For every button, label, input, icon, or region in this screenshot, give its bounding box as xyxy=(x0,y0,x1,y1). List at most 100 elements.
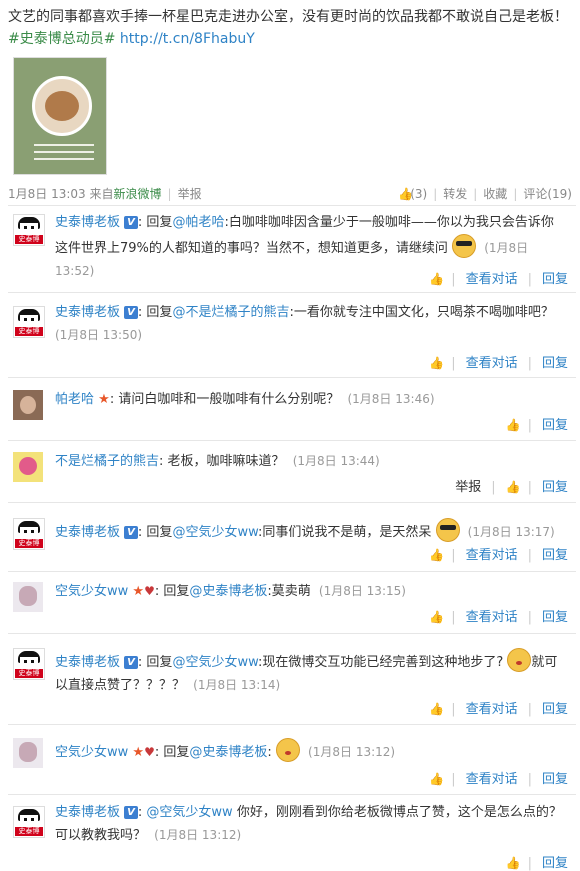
comment-author[interactable]: 史泰博老板 xyxy=(55,305,120,320)
like-icon[interactable]: 👍 xyxy=(506,856,521,870)
view-conversation-link[interactable]: 查看对话 xyxy=(466,702,518,717)
view-conversation-link[interactable]: 查看对话 xyxy=(466,272,518,287)
like-icon[interactable]: 👍 xyxy=(429,356,444,370)
post-source[interactable]: 新浪微博 xyxy=(114,187,162,201)
comment-time: (1月8日 13:12) xyxy=(154,828,242,842)
like-icon[interactable]: 👍 xyxy=(429,702,444,716)
source-prefix: 来自 xyxy=(89,187,114,201)
avatar[interactable] xyxy=(13,390,43,420)
avatar[interactable] xyxy=(13,452,43,482)
comment-time: (1月8日 13:12) xyxy=(308,745,396,759)
comment-time: (1月8日 13:17) xyxy=(467,525,555,539)
avatar[interactable]: 史泰博 xyxy=(13,306,45,338)
avatar-tag: 史泰博 xyxy=(15,669,43,678)
post: 文艺的同事都喜欢手捧一杯星巴克走进办公室，没有更时尚的饮品我都不敢说自己是老板！… xyxy=(8,6,572,50)
verified-badge: V xyxy=(124,806,138,819)
comment-author[interactable]: 空気少女ww xyxy=(55,584,128,599)
mention[interactable]: @帕老哈 xyxy=(172,215,224,230)
comment-link[interactable]: 评论(19) xyxy=(523,187,572,201)
like-icon[interactable]: 👍 xyxy=(429,548,444,562)
coffee-cup-image xyxy=(32,76,92,136)
comment-actions: 👍 | 查看对话 | 回复 xyxy=(429,702,568,717)
like-icon[interactable]: 👍 xyxy=(398,187,413,201)
comment-actions: 👍 | 查看对话 | 回复 xyxy=(429,548,568,563)
mention[interactable]: @史泰博老板 xyxy=(189,745,267,760)
star-icon: ★ xyxy=(132,745,145,760)
like-icon[interactable]: 👍 xyxy=(429,272,444,286)
view-conversation-link[interactable]: 查看对话 xyxy=(466,548,518,563)
favorite-link[interactable]: 收藏 xyxy=(483,187,507,201)
like-icon[interactable]: 👍 xyxy=(429,772,444,786)
mention[interactable]: @空気少女ww xyxy=(172,525,258,540)
comment-author[interactable]: 史泰博老板 xyxy=(55,655,120,670)
comment-actions: 举报 | 👍 | 回复 xyxy=(455,480,568,495)
mention[interactable]: @不是烂橘子的熊吉 xyxy=(172,305,289,320)
comment-author[interactable]: 不是烂橘子的熊吉 xyxy=(55,454,159,469)
avatar-tag: 史泰博 xyxy=(15,539,43,548)
reply-link[interactable]: 回复 xyxy=(542,480,568,495)
avatar[interactable]: 史泰博 xyxy=(13,648,45,680)
divider xyxy=(8,292,576,293)
post-link[interactable]: http://t.cn/8FhabuY xyxy=(120,31,255,47)
verified-badge: V xyxy=(124,306,138,319)
reply-link[interactable]: 回复 xyxy=(542,610,568,625)
like-count[interactable]: (3) xyxy=(410,187,427,201)
post-actions: 👍(3) | 转发 | 收藏 | 评论(19) xyxy=(398,187,572,201)
view-conversation-link[interactable]: 查看对话 xyxy=(466,772,518,787)
comment-author[interactable]: 史泰博老板 xyxy=(55,805,120,820)
divider xyxy=(8,724,576,725)
comment-text: :现在微博交互功能已经完善到这种地步了? xyxy=(258,655,504,670)
post-time[interactable]: 1月8日 13:03 xyxy=(8,187,86,201)
mention[interactable]: @空気少女ww xyxy=(172,655,258,670)
avatar[interactable]: 史泰博 xyxy=(13,806,45,838)
reply-prefix: 回复 xyxy=(146,525,173,540)
comment-body: 史泰博老板 V: 回复@空気少女ww:同事们说我不是萌，是天然呆 (1月8日 1… xyxy=(55,518,565,544)
avatar[interactable]: 史泰博 xyxy=(13,518,45,550)
avatar[interactable] xyxy=(13,738,43,768)
star-icon: ★ xyxy=(132,584,145,599)
avatar-tag: 史泰博 xyxy=(15,327,43,336)
reply-link[interactable]: 回复 xyxy=(542,702,568,717)
comment-body: 史泰博老板 V: 回复@不是烂橘子的熊吉:一看你就专注中国文化，只喝茶不喝咖啡吧… xyxy=(55,305,554,342)
kiss-emoji xyxy=(507,648,532,672)
comment-author[interactable]: 史泰博老板 xyxy=(55,525,120,540)
cool-emoji xyxy=(435,518,460,542)
comment-body: 史泰博老板 V: 回复@空気少女ww:现在微博交互功能已经完善到这种地步了? 就… xyxy=(55,648,565,697)
view-conversation-link[interactable]: 查看对话 xyxy=(466,610,518,625)
reply-link[interactable]: 回复 xyxy=(542,856,568,871)
reply-link[interactable]: 回复 xyxy=(542,272,568,287)
mention[interactable]: @空気少女ww xyxy=(146,805,232,820)
reply-link[interactable]: 回复 xyxy=(542,548,568,563)
post-hashtag[interactable]: #史泰博总动员# xyxy=(8,31,115,47)
reply-prefix: 回复 xyxy=(146,655,173,670)
comment-author[interactable]: 空気少女ww xyxy=(55,745,128,760)
comment-text: :一看你就专注中国文化，只喝茶不喝咖啡吧？ xyxy=(289,305,554,320)
view-conversation-link[interactable]: 查看对话 xyxy=(466,356,518,371)
comment-author[interactable]: 史泰博老板 xyxy=(55,215,120,230)
post-image[interactable] xyxy=(13,57,107,175)
avatar[interactable] xyxy=(13,582,43,612)
reply-link[interactable]: 回复 xyxy=(542,772,568,787)
reply-prefix: 回复 xyxy=(146,305,173,320)
like-icon[interactable]: 👍 xyxy=(429,610,444,624)
mention[interactable]: @史泰博老板 xyxy=(189,584,267,599)
avatar[interactable]: 史泰博 xyxy=(13,214,45,246)
comment-actions: 👍 | 查看对话 | 回复 xyxy=(429,356,568,371)
comment-body: 空気少女ww ★♥: 回复@史泰博老板: (1月8日 13:12) xyxy=(55,738,565,764)
report-link[interactable]: 举报 xyxy=(178,187,202,201)
comment-body: 不是烂橘子的熊吉: 老板，咖啡嘛味道？ (1月8日 13:44) xyxy=(55,454,380,469)
reply-link[interactable]: 回复 xyxy=(542,418,568,433)
like-icon[interactable]: 👍 xyxy=(506,480,521,494)
like-icon[interactable]: 👍 xyxy=(506,418,521,432)
comment-time: (1月8日 13:44) xyxy=(292,454,380,468)
forward-link[interactable]: 转发 xyxy=(443,187,467,201)
cool-emoji xyxy=(452,234,477,258)
comment-actions: 👍 | 查看对话 | 回复 xyxy=(429,272,568,287)
image-caption-lines xyxy=(34,144,94,165)
comment-author[interactable]: 帕老哈 xyxy=(55,392,94,407)
reply-link[interactable]: 回复 xyxy=(542,356,568,371)
post-body: 文艺的同事都喜欢手捧一杯星巴克走进办公室，没有更时尚的饮品我都不敢说自己是老板！ xyxy=(8,9,568,25)
avatar-tag: 史泰博 xyxy=(15,235,43,244)
report-link[interactable]: 举报 xyxy=(455,480,481,495)
comment-actions: 👍 | 回复 xyxy=(505,856,568,871)
